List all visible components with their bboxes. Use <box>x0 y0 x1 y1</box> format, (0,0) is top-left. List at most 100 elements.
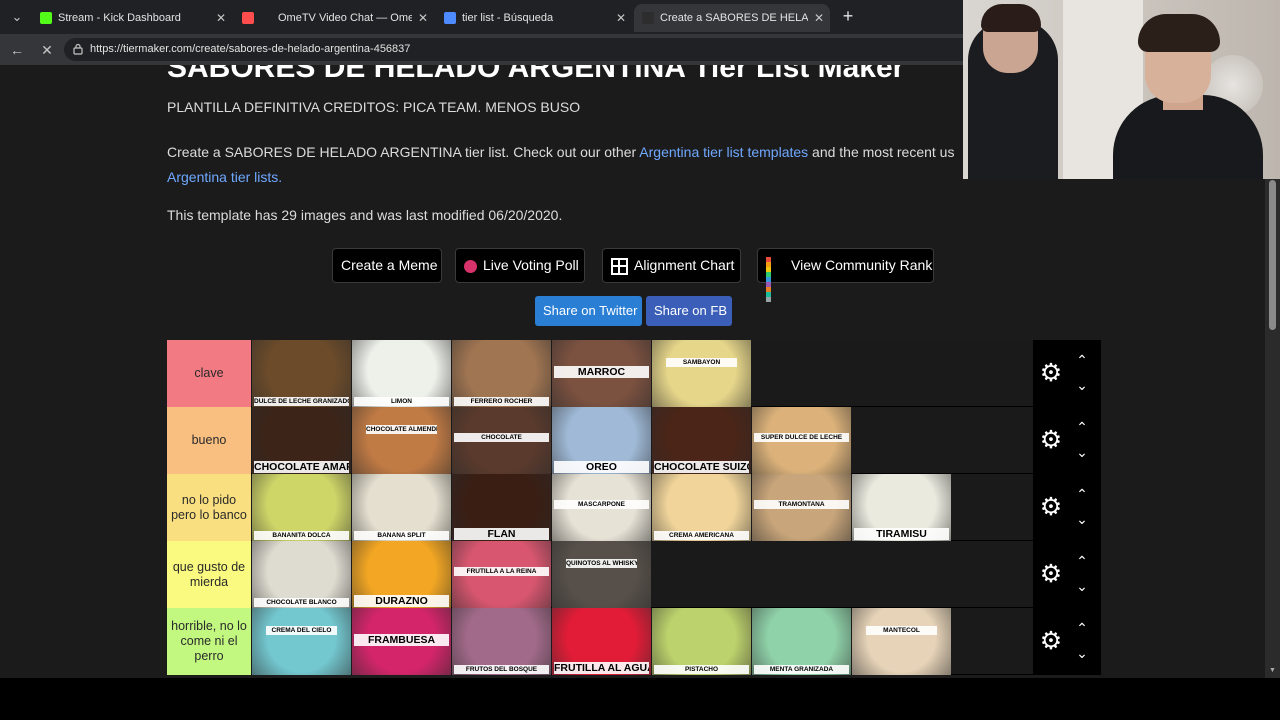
tier-label[interactable]: clave <box>167 340 251 407</box>
flavor-caption: LIMON <box>354 397 449 406</box>
chevron-down-icon[interactable]: ⌄ <box>1073 646 1091 660</box>
tab-title: Create a SABORES DE HELADO AR <box>660 12 808 24</box>
gear-icon[interactable]: ⚙ <box>1039 495 1063 520</box>
create-meme-button[interactable]: Create a Meme <box>332 248 442 283</box>
flavor-card[interactable]: MASCARPONE <box>552 474 651 541</box>
argentina-templates-link[interactable]: Argentina tier list templates <box>639 144 808 160</box>
flavor-card[interactable]: MARROC <box>552 340 651 407</box>
close-tab-icon[interactable]: ✕ <box>418 4 428 32</box>
tab-tier-list-search[interactable]: tier list - Búsqueda ✕ <box>436 4 632 32</box>
gear-icon[interactable]: ⚙ <box>1039 629 1063 654</box>
flavor-card[interactable]: CHOCOLATE AMARGO <box>252 407 351 474</box>
taskbar-strip <box>0 678 1280 720</box>
tab-kick-dashboard[interactable]: Stream - Kick Dashboard ✕ <box>32 4 232 32</box>
flavor-card[interactable]: BANANA SPLIT <box>352 474 451 541</box>
flavor-card[interactable]: MANTECOL <box>852 608 951 675</box>
tier-label[interactable]: que gusto de mierda <box>167 541 251 608</box>
flavor-card[interactable]: TRAMONTANA <box>752 474 851 541</box>
close-tab-icon[interactable]: ✕ <box>616 4 626 32</box>
new-tab-plus-icon[interactable]: + <box>838 6 858 26</box>
tier-list: clave DULCE DE LECHE GRANIZADO LIMON FERRER… <box>167 340 1101 675</box>
close-tab-icon[interactable]: ✕ <box>814 4 824 32</box>
flavor-caption: PISTACHO <box>654 665 749 674</box>
live-voting-poll-button[interactable]: Live Voting Poll <box>455 248 585 283</box>
gear-icon[interactable]: ⚙ <box>1039 562 1063 587</box>
alignment-chart-button[interactable]: Alignment Chart <box>602 248 741 283</box>
stop-loading-icon[interactable]: ✕ <box>36 39 58 61</box>
flavor-card[interactable]: CHOCOLATE <box>452 407 551 474</box>
flavor-card[interactable]: CHOCOLATE ALMENDRADO <box>352 407 451 474</box>
flavor-card[interactable]: SUPER DULCE DE LECHE <box>752 407 851 474</box>
live-voting-label: Live Voting Poll <box>483 257 579 273</box>
flavor-card[interactable]: FRAMBUESA <box>352 608 451 675</box>
flavor-caption: TIRAMISU <box>854 528 949 540</box>
tier-label[interactable]: no lo pido pero lo banco <box>167 474 251 541</box>
tier-controls: ⚙ ⌃ ⌄ <box>1033 541 1101 608</box>
chevron-up-icon[interactable]: ⌃ <box>1073 487 1091 501</box>
tier-row: buenoCHOCOLATE AMARGO CHOCOLATE ALMENDRAD… <box>167 407 1101 474</box>
chevron-down-icon[interactable]: ⌄ <box>1073 512 1091 526</box>
back-arrow-icon[interactable]: ← <box>6 39 28 61</box>
flavor-card[interactable]: CREMA DEL CIELO <box>252 608 351 675</box>
flavor-card[interactable]: FERRERO ROCHER <box>452 340 551 407</box>
chevron-down-icon[interactable]: ⌄ <box>1073 445 1091 459</box>
argentina-tier-lists-link[interactable]: Argentina tier lists. <box>167 169 282 185</box>
tab-tiermaker-active[interactable]: Create a SABORES DE HELADO AR ✕ <box>634 4 830 32</box>
flavor-card[interactable]: OREO <box>552 407 651 474</box>
tier-label[interactable]: horrible, no lo come ni el perro <box>167 608 251 675</box>
flavor-card[interactable]: FLAN <box>452 474 551 541</box>
address-bar[interactable]: https://tiermaker.com/create/sabores-de-… <box>64 38 990 61</box>
tab-ometv[interactable]: OmeTV Video Chat — Omegle ✕ <box>234 4 434 32</box>
flavor-card[interactable]: SAMBAYON <box>652 340 751 407</box>
flavor-card[interactable]: FRUTOS DEL BOSQUE <box>452 608 551 675</box>
scrollbar-thumb[interactable] <box>1269 180 1276 330</box>
kick-favicon-icon <box>40 12 52 24</box>
flavor-caption: DULCE DE LECHE GRANIZADO <box>254 397 349 406</box>
flavor-caption: DURAZNO <box>354 595 449 607</box>
flavor-card[interactable]: DURAZNO <box>352 541 451 608</box>
flavor-caption: MASCARPONE <box>554 500 649 509</box>
gear-icon[interactable]: ⚙ <box>1039 428 1063 453</box>
flavor-card[interactable]: CHOCOLATE SUIZO <box>652 407 751 474</box>
chevron-up-icon[interactable]: ⌃ <box>1073 621 1091 635</box>
tab-search-chevron-icon[interactable]: ⌄ <box>6 6 28 28</box>
site-info-icon[interactable] <box>72 43 84 55</box>
flavor-card[interactable]: BANANITA DOLCA <box>252 474 351 541</box>
share-twitter-button[interactable]: Share on Twitter <box>535 296 642 326</box>
flavor-card[interactable]: MENTA GRANIZADA <box>752 608 851 675</box>
intro-paragraph: Create a SABORES DE HELADO ARGENTINA tie… <box>167 140 967 190</box>
chevron-down-icon[interactable]: ⌄ <box>1073 579 1091 593</box>
flavor-card[interactable]: FRUTILLA A LA REINA <box>452 541 551 608</box>
ometv-favicon-icon <box>242 12 254 24</box>
flavor-card[interactable]: CHOCOLATE BLANCO <box>252 541 351 608</box>
flavor-card[interactable]: PISTACHO <box>652 608 751 675</box>
screen: ⌄ Stream - Kick Dashboard ✕ OmeTV Video … <box>0 0 1280 720</box>
chevron-up-icon[interactable]: ⌃ <box>1073 353 1091 367</box>
tier-row: clave DULCE DE LECHE GRANIZADO LIMON FERRER… <box>167 340 1101 407</box>
flavor-card[interactable]: QUINOTOS AL WHISKY <box>552 541 651 608</box>
flavor-card[interactable]: FRUTILLA AL AGUA <box>552 608 651 675</box>
share-facebook-button[interactable]: Share on FB <box>646 296 732 326</box>
tier-controls: ⚙ ⌃ ⌄ <box>1033 407 1101 474</box>
chevron-up-icon[interactable]: ⌃ <box>1073 554 1091 568</box>
flavor-card[interactable]: CREMA AMERICANA <box>652 474 751 541</box>
template-description: PLANTILLA DEFINITIVA CREDITOS: PICA TEAM… <box>167 99 581 115</box>
flavor-caption: MANTECOL <box>866 626 937 635</box>
flavor-caption: CREMA AMERICANA <box>654 531 749 540</box>
scroll-down-arrow-icon[interactable]: ▼ <box>1265 666 1280 676</box>
view-community-rank-button[interactable]: View Community Rank <box>757 248 934 302</box>
tier-row: que gusto de mierda CHOCOLATE BLANCO DURAZ… <box>167 541 1101 608</box>
flavor-card[interactable]: DULCE DE LECHE GRANIZADO <box>252 340 351 407</box>
chevron-up-icon[interactable]: ⌃ <box>1073 420 1091 434</box>
flavor-caption: QUINOTOS AL WHISKY <box>566 559 637 568</box>
page-title: SABORES DE HELADO ARGENTINA Tier List Ma… <box>167 65 905 84</box>
flavor-caption: BANANA SPLIT <box>354 531 449 540</box>
tier-label[interactable]: bueno <box>167 407 251 474</box>
close-tab-icon[interactable]: ✕ <box>216 4 226 32</box>
flavor-caption: FRUTILLA AL AGUA <box>554 662 649 674</box>
flavor-card[interactable]: LIMON <box>352 340 451 407</box>
chevron-down-icon[interactable]: ⌄ <box>1073 378 1091 392</box>
tier-controls: ⚙ ⌃ ⌄ <box>1033 474 1101 541</box>
flavor-card[interactable]: TIRAMISU <box>852 474 951 541</box>
gear-icon[interactable]: ⚙ <box>1039 361 1063 386</box>
